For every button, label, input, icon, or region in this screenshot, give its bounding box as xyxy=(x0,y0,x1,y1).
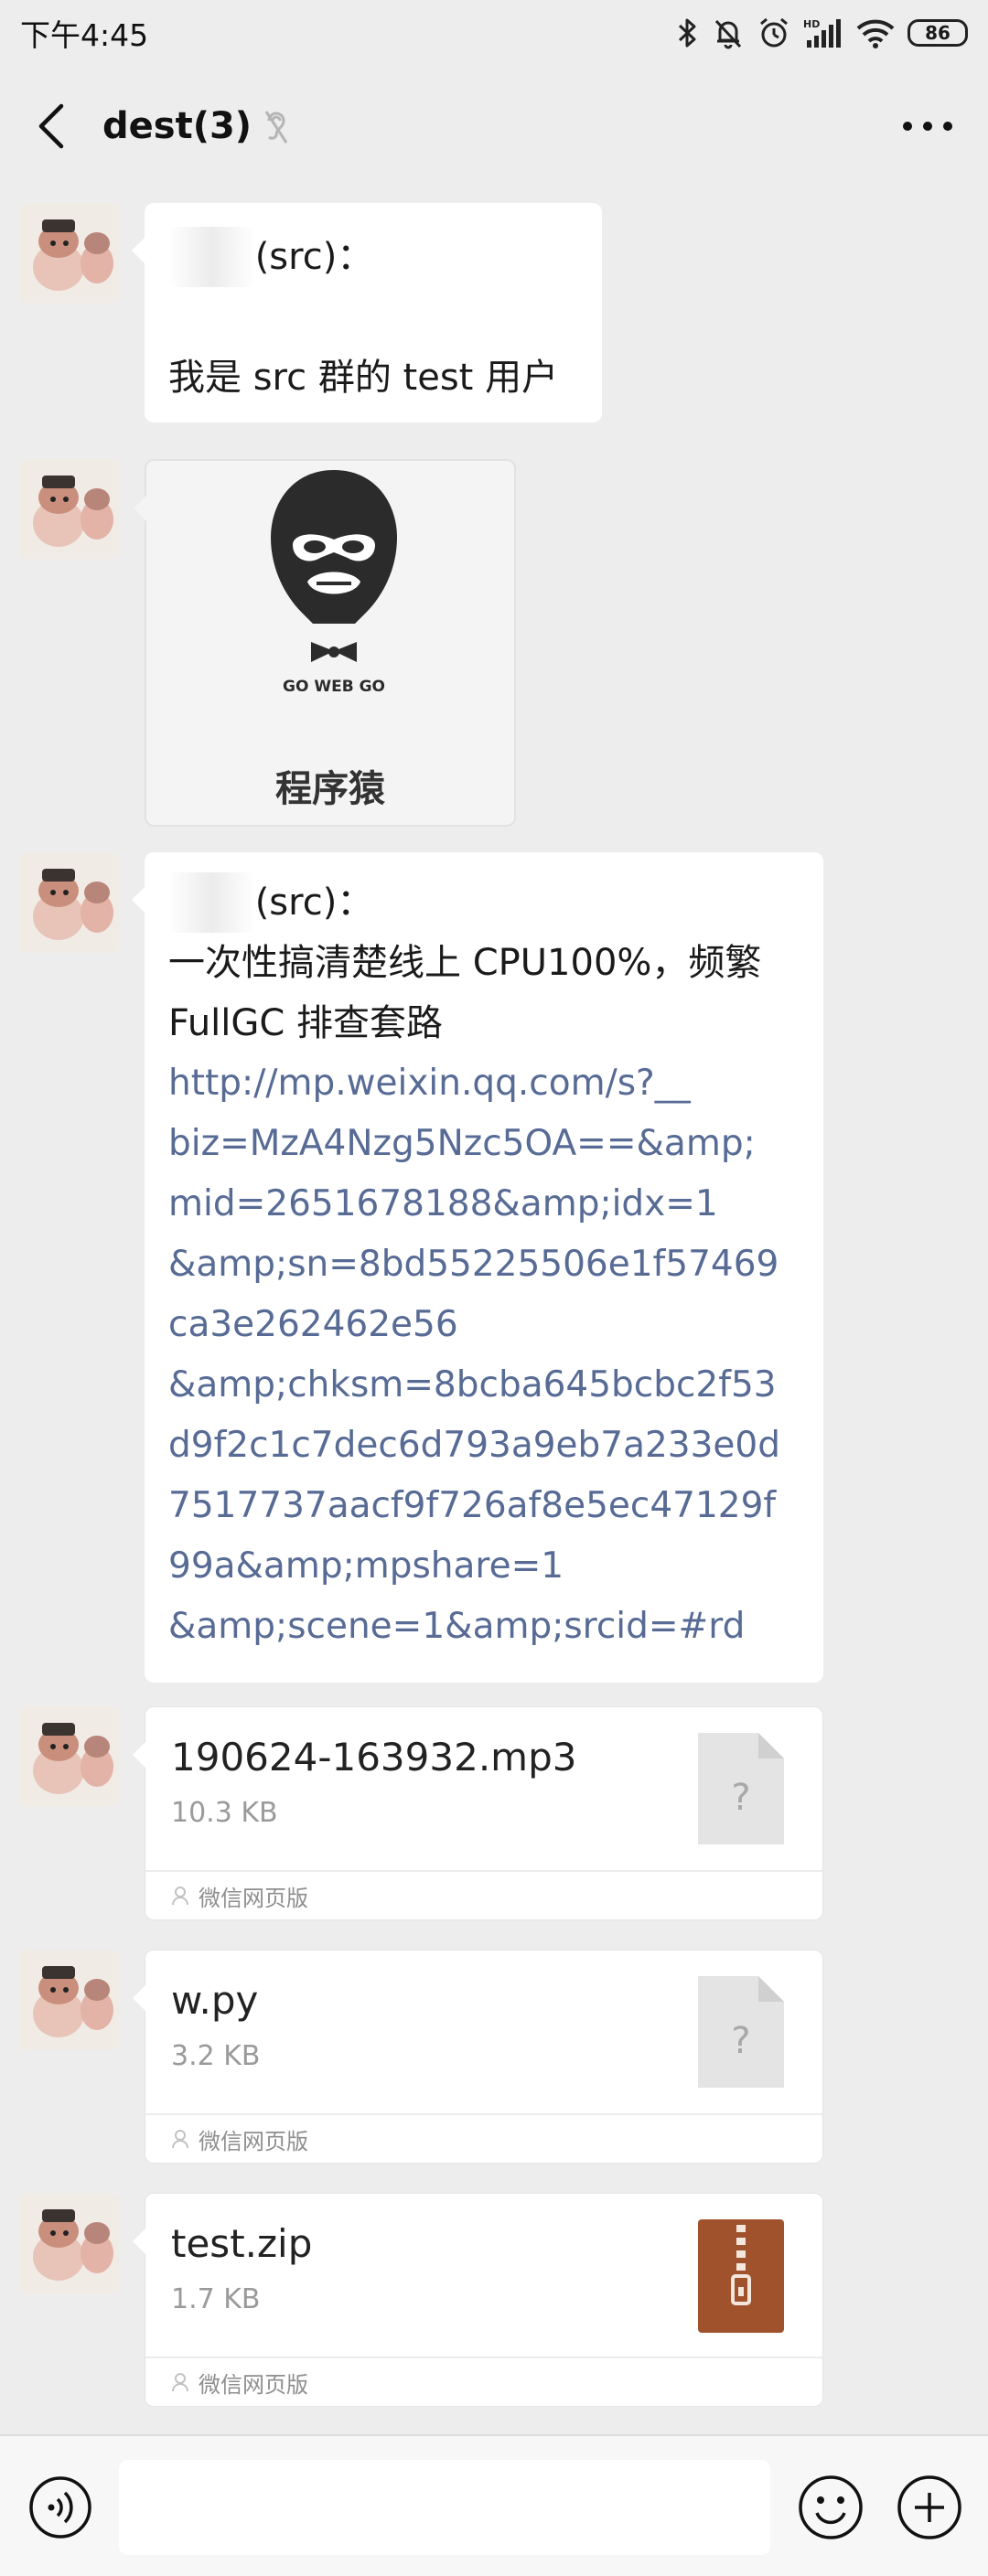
person-icon xyxy=(172,2373,188,2392)
plus-button[interactable] xyxy=(895,2473,964,2542)
redacted-name: xxxx xyxy=(168,227,255,287)
gorilla-logo-icon: GO WEB GO xyxy=(271,470,397,695)
link-line[interactable]: &amp;chksm=8bcba645bcbc2f53 xyxy=(168,1355,801,1416)
link-line[interactable]: &amp;scene=1&amp;srcid=#rd xyxy=(168,1597,801,1657)
message-text: 我是 src 群的 test 用户 xyxy=(168,357,559,399)
file-name: w.py xyxy=(171,1978,259,2023)
unknown-file-icon: ? xyxy=(698,1733,784,1848)
link-line[interactable]: &amp;sn=8bd55225506e1f57469 xyxy=(168,1235,801,1295)
unknown-file-icon: ? xyxy=(698,1976,784,2091)
avatar[interactable] xyxy=(18,852,119,953)
person-icon xyxy=(172,1887,188,1906)
file-name: 190624-163932.mp3 xyxy=(171,1735,577,1780)
avatar[interactable] xyxy=(18,203,119,304)
plus-icon xyxy=(897,2475,961,2539)
file-source-label: 微信网页版 xyxy=(199,2128,308,2154)
link-line[interactable]: ca3e262462e56 xyxy=(168,1295,801,1355)
redacted-name: xxxx xyxy=(168,872,255,933)
status-bar: 下午4:45 HD 86 xyxy=(0,0,988,66)
file-message[interactable]: w.py 3.2 KB ? 微信网页版 xyxy=(133,1950,823,2164)
link-line[interactable]: biz=MzA4Nzg5Nzc5OA==&amp; xyxy=(168,1114,801,1174)
status-icons: HD 86 xyxy=(677,16,968,49)
file-icon-glyph: ? xyxy=(731,1777,750,1819)
input-bar xyxy=(0,2434,988,2576)
svg-text:HD: HD xyxy=(803,18,820,30)
file-source-label: 微信网页版 xyxy=(199,1885,308,1911)
file-source-footer: 微信网页版 xyxy=(145,2357,822,2406)
avatar[interactable] xyxy=(18,1706,119,1807)
message-bubble[interactable]: xxxx(src)： 一次性搞清楚线上 CPU100%，频繁 FullGC 排查… xyxy=(132,852,823,1683)
sender-label: xxxx(src)： xyxy=(168,872,801,933)
sender-suffix: (src)： xyxy=(254,882,374,924)
status-time: 下午4:45 xyxy=(20,17,149,53)
message-link[interactable]: http://mp.weixin.qq.com/s?__ biz=MzA4Nzg… xyxy=(168,1053,801,1657)
sticker-caption: 程序猿 xyxy=(275,768,385,810)
sticker-message[interactable]: GO WEB GO 程序猿 xyxy=(134,459,516,827)
mute-bell-icon xyxy=(712,16,745,49)
bluetooth-icon xyxy=(677,17,699,48)
file-name: test.zip xyxy=(171,2221,313,2266)
chat-header: dest(3) xyxy=(0,66,988,187)
link-line[interactable]: d9f2c1c7dec6d793a9eb7a233e0d xyxy=(168,1416,801,1476)
link-line[interactable]: http://mp.weixin.qq.com/s?__ xyxy=(168,1053,801,1114)
emoji-button[interactable] xyxy=(796,2473,865,2542)
file-size: 1.7 KB xyxy=(171,2283,261,2315)
message-list[interactable]: xxxx(src)： 我是 src 群的 test 用户 GO WEB GO 程… xyxy=(0,187,988,2434)
file-source-footer: 微信网页版 xyxy=(145,1870,822,1919)
zip-file-icon xyxy=(698,2219,784,2336)
alarm-icon xyxy=(757,16,790,49)
voice-icon xyxy=(29,2476,91,2539)
sender-label: xxxx(src)： xyxy=(168,227,580,287)
back-arrow-icon xyxy=(38,103,64,149)
more-options-button[interactable] xyxy=(891,90,964,163)
avatar[interactable] xyxy=(18,459,119,560)
message-bubble[interactable]: xxxx(src)： 我是 src 群的 test 用户 xyxy=(132,203,602,422)
link-line[interactable]: 99a&amp;mpshare=1 xyxy=(168,1536,801,1597)
wifi-icon xyxy=(856,17,895,48)
file-message[interactable]: 190624-163932.mp3 10.3 KB ? 微信网页版 xyxy=(133,1706,823,1920)
sender-suffix: (src)： xyxy=(254,236,374,278)
battery-icon: 86 xyxy=(907,19,968,47)
emoji-icon xyxy=(799,2475,863,2539)
voice-button[interactable] xyxy=(27,2474,93,2540)
message-input[interactable] xyxy=(119,2460,770,2555)
person-icon xyxy=(172,2130,188,2149)
avatar[interactable] xyxy=(18,2193,119,2293)
back-button[interactable] xyxy=(24,90,79,163)
more-dots-icon xyxy=(903,122,952,131)
link-line[interactable]: mid=2651678188&amp;idx=1 xyxy=(168,1174,801,1235)
file-size: 10.3 KB xyxy=(171,1797,278,1829)
chat-title: dest(3) xyxy=(102,105,252,147)
battery-level: 86 xyxy=(925,22,950,44)
file-message[interactable]: test.zip 1.7 KB 微信网页版 xyxy=(133,2193,823,2407)
link-line[interactable]: 7517737aacf9f726af8e5ec47129f xyxy=(168,1476,801,1536)
mute-ear-icon xyxy=(264,108,288,144)
file-source-footer: 微信网页版 xyxy=(145,2113,822,2163)
file-size: 3.2 KB xyxy=(171,2040,261,2072)
file-icon-glyph: ? xyxy=(731,2020,750,2062)
sticker-logo-text: GO WEB GO xyxy=(283,678,385,695)
avatar[interactable] xyxy=(18,1950,119,2050)
hd-signal-icon: HD xyxy=(803,16,843,49)
message-text: 一次性搞清楚线上 CPU100%，频繁 FullGC 排查套路 xyxy=(168,942,762,1044)
file-source-label: 微信网页版 xyxy=(199,2371,308,2398)
